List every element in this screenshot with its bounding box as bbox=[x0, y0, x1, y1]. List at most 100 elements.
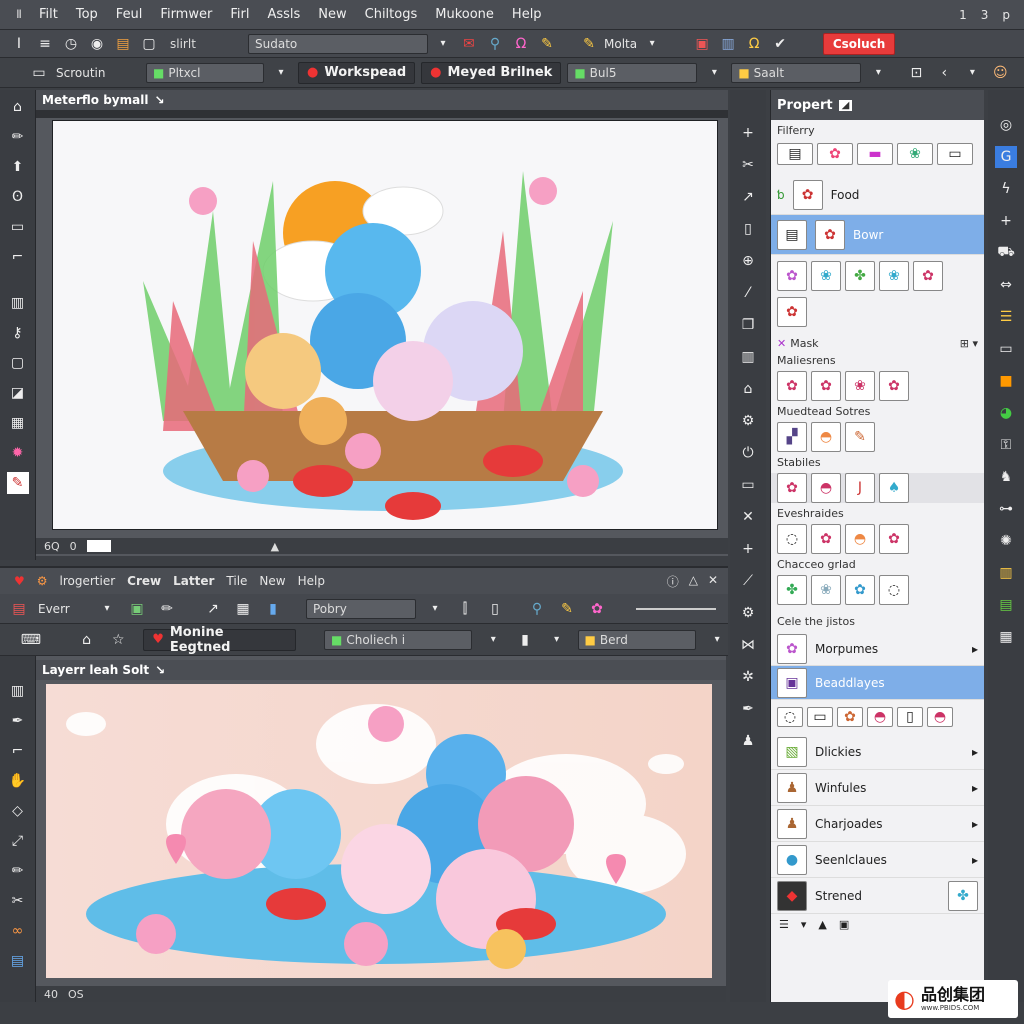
file-icon[interactable]: ▯ bbox=[484, 598, 506, 620]
card-icon[interactable]: ▭ bbox=[995, 338, 1017, 360]
asset-thumb[interactable]: ♠ bbox=[879, 473, 909, 503]
chevron-down-icon[interactable]: ▾ bbox=[424, 598, 446, 620]
chevron-right-icon[interactable]: ▸ bbox=[972, 781, 978, 795]
blue-badge-icon[interactable]: G bbox=[995, 146, 1017, 168]
text-tool-icon[interactable]: I bbox=[8, 33, 30, 55]
list-item-beaddlayes[interactable]: ▣ Beaddlayes bbox=[771, 666, 984, 700]
bone-icon[interactable]: ⊶ bbox=[995, 498, 1017, 520]
rect-select-icon[interactable]: ▢ bbox=[7, 352, 29, 374]
font-field[interactable]: slirlt bbox=[164, 33, 224, 54]
clock-icon[interactable]: ◷ bbox=[60, 33, 82, 55]
asset-thumb[interactable]: ✿ bbox=[845, 575, 875, 605]
tool-drop-icon[interactable]: ⚲ bbox=[484, 33, 506, 55]
menu-item-top[interactable]: Top bbox=[67, 7, 107, 22]
check-icon[interactable]: ✔ bbox=[769, 33, 791, 55]
asset-thumb[interactable]: ▞ bbox=[777, 422, 807, 452]
asset-thumb[interactable]: ✿ bbox=[777, 473, 807, 503]
image-icon[interactable]: ▣ bbox=[126, 598, 148, 620]
list-item-charjoades[interactable]: ♟ Charjoades ▸ bbox=[771, 806, 984, 842]
sparkle-icon[interactable]: ✺ bbox=[995, 530, 1017, 552]
asset-thumb[interactable]: ❀ bbox=[845, 371, 875, 401]
menu-item-chiltogs[interactable]: Chiltogs bbox=[356, 7, 427, 22]
gem-icon[interactable]: ◇ bbox=[7, 800, 29, 822]
menu-item-feul[interactable]: Feul bbox=[107, 7, 152, 22]
panel2-menu-crew[interactable]: Crew bbox=[127, 574, 161, 588]
asset-thumb[interactable]: ✿ bbox=[879, 524, 909, 554]
page-icon[interactable]: ▯ bbox=[737, 218, 759, 240]
key-icon[interactable]: ⚷ bbox=[7, 322, 29, 344]
asset-thumb[interactable]: ✿ bbox=[777, 371, 807, 401]
power-icon[interactable]: ⏻ bbox=[737, 442, 759, 464]
arrow-up-right-icon[interactable]: ↗ bbox=[202, 598, 224, 620]
asset-thumb[interactable]: ✿ bbox=[777, 261, 807, 291]
action-button[interactable]: Csoluch bbox=[823, 32, 896, 55]
pointer-icon[interactable]: ⬆ bbox=[7, 156, 29, 178]
layout-icon[interactable]: ▤ bbox=[8, 598, 30, 620]
bucket-icon[interactable]: ▮ bbox=[262, 598, 284, 620]
glasses-icon[interactable]: ⊡ bbox=[905, 62, 927, 84]
filter-thumb[interactable]: ❀ bbox=[897, 143, 933, 165]
pin-icon[interactable]: ◢ bbox=[838, 99, 853, 111]
menu-item-mukoone[interactable]: Mukoone bbox=[426, 7, 503, 22]
tab-arrow-icon[interactable]: ↘ bbox=[155, 663, 165, 677]
asset-thumb[interactable]: ▭ bbox=[807, 707, 833, 727]
gear-icon[interactable]: ⚙ bbox=[37, 574, 48, 588]
print-icon[interactable]: ▣ bbox=[691, 33, 713, 55]
window-control-1[interactable]: 1 bbox=[959, 8, 967, 22]
car-icon[interactable]: ⛟ bbox=[995, 242, 1017, 264]
ruler-icon[interactable]: ⟋ bbox=[737, 570, 759, 592]
keyboard-icon[interactable]: ⌨ bbox=[20, 629, 42, 651]
document-tab-2[interactable]: Layerr leah Solt ↘ bbox=[36, 660, 726, 680]
magnet-icon[interactable]: Ω bbox=[743, 33, 765, 55]
chevron-right-icon[interactable]: ▸ bbox=[972, 817, 978, 831]
columns-icon[interactable]: ▥ bbox=[7, 292, 29, 314]
asset-thumb[interactable]: J bbox=[845, 473, 875, 503]
color-wheel-icon[interactable]: ✹ bbox=[7, 442, 29, 464]
stack-icon[interactable]: ▤ bbox=[7, 950, 29, 972]
swatch-icon[interactable]: ✎ bbox=[6, 472, 29, 494]
scissors-icon[interactable]: ✂ bbox=[737, 154, 759, 176]
asset-thumb[interactable]: ✿ bbox=[879, 371, 909, 401]
document-tab-1[interactable]: Meterflo bymall ↘ bbox=[36, 90, 728, 110]
filter-thumb[interactable]: ▭ bbox=[937, 143, 973, 165]
chevron-down-icon[interactable]: ▾ bbox=[270, 62, 292, 84]
asset-thumb[interactable]: ✿ bbox=[811, 524, 841, 554]
transform-icon[interactable]: ⤢ bbox=[7, 830, 29, 852]
pen-icon[interactable]: ✒ bbox=[7, 710, 29, 732]
asset-thumb[interactable]: ❀ bbox=[879, 261, 909, 291]
feather-icon[interactable]: ✒ bbox=[737, 698, 759, 720]
plus-icon[interactable]: + bbox=[737, 538, 759, 560]
asset-thumb[interactable]: ❀ bbox=[811, 575, 841, 605]
asset-thumb[interactable]: ✿ bbox=[913, 261, 943, 291]
bowtie-icon[interactable]: ⋈ bbox=[737, 634, 759, 656]
chevron-down-icon[interactable]: ▾ bbox=[801, 918, 807, 931]
grid-icon[interactable]: ▦ bbox=[995, 626, 1017, 648]
bookmark-icon[interactable]: ▮ bbox=[514, 629, 536, 651]
workspace-chip[interactable]: ● Workspead bbox=[298, 61, 416, 84]
chevron-down-icon[interactable]: ▾ bbox=[432, 33, 454, 55]
list-item-strened[interactable]: ◆ Strened ✤ bbox=[771, 878, 984, 914]
chevron-down-icon[interactable]: ▾ bbox=[706, 629, 728, 651]
bars-icon[interactable]: ▥ bbox=[7, 680, 29, 702]
chevron-down-icon[interactable]: ▾ bbox=[482, 629, 504, 651]
warning-icon[interactable]: △ bbox=[689, 573, 698, 590]
asset-thumb[interactable]: ✿ bbox=[777, 297, 807, 327]
layer-row-bowr[interactable]: ▤ ✿ Bowr bbox=[771, 215, 984, 255]
asset-thumb[interactable]: ❀ bbox=[811, 261, 841, 291]
home-icon[interactable]: ⌂ bbox=[737, 378, 759, 400]
pixel-field[interactable]: ■ Pltxcl bbox=[146, 62, 264, 83]
list-item-winfules[interactable]: ♟ Winfules ▸ bbox=[771, 770, 984, 806]
minus-icon[interactable]: ▭ bbox=[737, 474, 759, 496]
lasso-icon[interactable]: ʘ bbox=[7, 186, 29, 208]
asset-thumb[interactable]: ◓ bbox=[811, 473, 841, 503]
tool-envelope-icon[interactable]: ✉ bbox=[458, 33, 480, 55]
chevron-down-icon[interactable]: ▾ bbox=[867, 62, 889, 84]
asset-thumb[interactable]: ✤ bbox=[845, 261, 875, 291]
link-icon[interactable]: ∞ bbox=[7, 920, 29, 942]
panel2-menu-new[interactable]: New bbox=[259, 574, 285, 588]
arrows-horizontal-icon[interactable]: ⇔ bbox=[995, 274, 1017, 296]
mode-icon[interactable]: ✎ bbox=[578, 33, 600, 55]
lock-icon[interactable]: ⚿ bbox=[995, 434, 1017, 456]
monine-chip[interactable]: ♥ Monine Eegtned bbox=[143, 625, 296, 655]
build-field[interactable]: ■ Bul5 bbox=[567, 62, 698, 83]
